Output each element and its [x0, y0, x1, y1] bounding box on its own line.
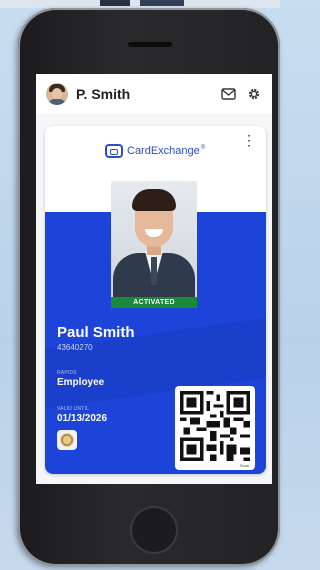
brand-suffix: ®: [200, 145, 206, 151]
status-badge: ACTIVATED: [111, 297, 197, 308]
background-object: [140, 0, 184, 6]
phone-screen: P. Smith ⋮ CardExchange ® ACTIVATED Paul…: [36, 74, 272, 484]
background-strip: [0, 0, 280, 8]
avatar[interactable]: [46, 83, 68, 105]
mail-icon[interactable]: [220, 86, 236, 102]
profile-photo: [111, 181, 197, 297]
id-card[interactable]: ⋮ CardExchange ® ACTIVATED Paul Smith 436…: [45, 126, 266, 474]
user-display-name: P. Smith: [76, 86, 131, 102]
qr-code[interactable]: Scan: [175, 386, 255, 470]
background-object: [100, 0, 130, 6]
kebab-menu-icon[interactable]: ⋮: [242, 133, 256, 147]
role-value: Employee: [57, 377, 105, 388]
valid-until-value: 01/13/2026: [57, 413, 108, 424]
home-button[interactable]: [130, 506, 178, 554]
card-id-number: 43640270: [57, 343, 93, 352]
brand-name: CardExchange: [127, 145, 200, 157]
app-bar: P. Smith: [36, 74, 272, 114]
department-label: RAPIDS: [57, 370, 77, 376]
phone-speaker: [128, 42, 172, 47]
card-holder-name: Paul Smith: [57, 324, 135, 341]
qr-caption: Scan: [239, 463, 249, 468]
seal-icon: [57, 430, 77, 450]
gear-icon[interactable]: [246, 86, 262, 102]
valid-until-label: VALID UNTIL: [57, 406, 90, 412]
cardexchange-logo: CardExchange ®: [105, 144, 205, 158]
brand-mark-icon: [105, 144, 123, 158]
